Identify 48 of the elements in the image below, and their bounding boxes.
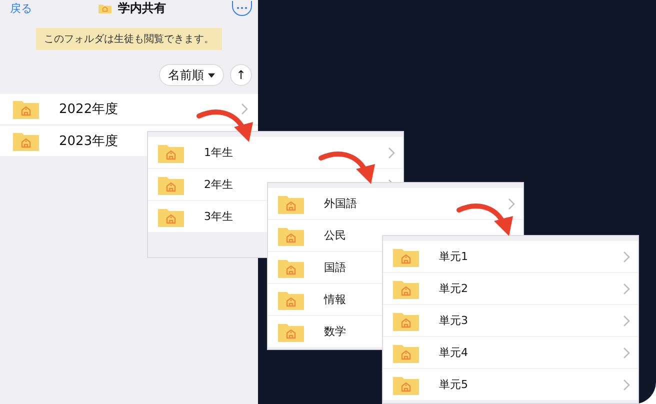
folder-icon (278, 290, 304, 310)
folder-row[interactable]: 単元1 (383, 241, 638, 272)
folder-icon (393, 246, 419, 266)
folder-icon (393, 310, 419, 330)
folder-name: 単元5 (439, 377, 468, 392)
folder-icon (278, 194, 304, 214)
folder-icon (158, 206, 184, 226)
folder-name: 国語 (324, 260, 346, 275)
folder-name: 数学 (324, 324, 346, 339)
more-button[interactable] (232, 0, 252, 16)
folder-row[interactable]: 単元4 (383, 337, 638, 368)
folder-icon (13, 131, 39, 151)
curved-arrow-overlay-menu (196, 110, 253, 142)
folder-name: 外国語 (324, 196, 357, 211)
window-title: 学内共有 (118, 0, 166, 16)
folder-icon (393, 278, 419, 298)
folder-row[interactable]: 単元3 (383, 305, 638, 336)
curved-arrow-overlay-menu (456, 204, 513, 236)
folder-icon (278, 226, 304, 246)
folder-name: 3年生 (204, 209, 233, 224)
curved-arrow-overlay-menu (318, 152, 375, 184)
folder-name: 単元4 (439, 345, 468, 360)
folder-name: 単元1 (439, 249, 468, 264)
folder-name: 2022年度 (59, 101, 118, 118)
notice-banner: このフォルダは生徒も閲覧できます。 (36, 28, 222, 50)
folder-icon (278, 322, 304, 342)
folder-row[interactable]: 2022年度 (0, 94, 258, 124)
folder-row[interactable]: 1年生 (148, 137, 403, 168)
folder-name: 2023年度 (59, 133, 118, 150)
folder-row[interactable]: 単元5 (383, 369, 638, 400)
folder-icon (278, 258, 304, 278)
folder-icon (158, 142, 184, 162)
folder-icon (393, 342, 419, 362)
back-link[interactable]: 戻る (10, 0, 32, 16)
folder-icon (393, 374, 419, 394)
folder-icon (98, 2, 112, 14)
folder-name: 単元2 (439, 281, 468, 296)
folder-icon (13, 99, 39, 119)
folder-name: 情報 (324, 292, 346, 307)
folder-icon (158, 174, 184, 194)
sort-button[interactable]: 名前順 (159, 64, 224, 86)
folder-name: 2年生 (204, 177, 233, 192)
sort-direction-button[interactable]: ↑ (230, 64, 252, 86)
folder-name: 単元3 (439, 313, 468, 328)
folder-name: 公民 (324, 228, 346, 243)
caret-icon (208, 72, 215, 78)
folder-row[interactable]: 単元2 (383, 273, 638, 304)
folder-row[interactable]: 外国語 (268, 188, 523, 219)
